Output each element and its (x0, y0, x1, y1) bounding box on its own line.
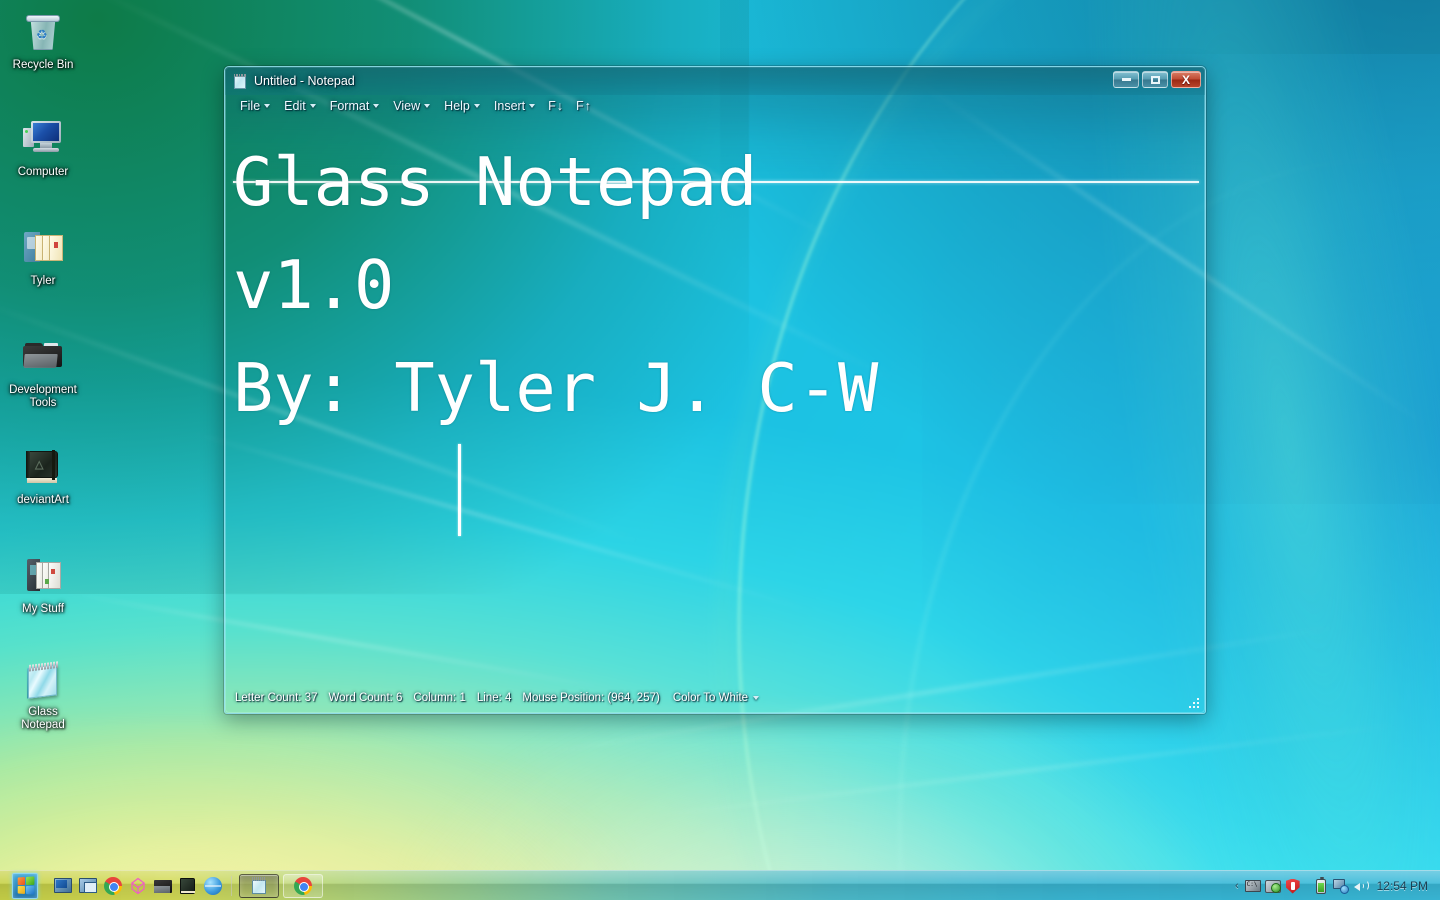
resize-grip-icon[interactable] (1189, 698, 1201, 710)
dark-folder-icon (19, 552, 67, 600)
text-editor-area[interactable]: Glass Notepad v1.0 By: Tyler J. C-W (225, 117, 1205, 679)
column-status: Column: 1 (413, 692, 466, 704)
menu-label: Edit (284, 99, 306, 113)
window-titlebar[interactable]: Untitled - Notepad X (225, 67, 1205, 95)
chevron-down-icon (473, 104, 480, 108)
word-count-status: Word Count: 6 (328, 692, 403, 704)
color-to-white-dropdown[interactable]: Color To White (672, 692, 760, 704)
desktop-icon-glass-notepad[interactable]: Glass Notepad (0, 655, 86, 732)
menu-insert[interactable]: Insert (487, 98, 542, 114)
desktop-icon-tyler[interactable]: Tyler (0, 224, 86, 288)
chevron-down-icon (753, 696, 760, 700)
line-status: Line: 4 (476, 692, 512, 704)
font-size-increase-button[interactable]: F↑ (570, 98, 598, 114)
start-orb-button[interactable] (6, 871, 44, 900)
tray-expand-button[interactable]: ‹ (1231, 880, 1243, 892)
desktop-icon-label: My Stuff (22, 603, 64, 615)
desktop-icon-label: Tyler (30, 275, 56, 287)
menu-help[interactable]: Help (437, 98, 487, 114)
close-button[interactable]: X (1171, 71, 1201, 88)
switch-windows-icon[interactable] (77, 875, 99, 897)
sketchbook-icon[interactable] (177, 875, 199, 897)
text-caret (458, 444, 461, 536)
computer-icon (19, 115, 67, 163)
black-folder-icon (19, 333, 67, 381)
network-tray-icon[interactable] (1332, 877, 1350, 895)
system-tray: ‹ 12:54 PM (1231, 871, 1440, 900)
desktop-icon-my-stuff[interactable]: My Stuff (0, 552, 86, 616)
chevron-down-icon (309, 104, 316, 108)
desktop-icon-label: Computer (17, 166, 69, 178)
start-orb-inner (12, 872, 38, 899)
menu-label: Insert (493, 99, 526, 113)
notepad-icon (234, 73, 247, 89)
recycle-bin-icon: ♻ (19, 8, 67, 56)
editor-content: Glass Notepad v1.0 By: Tyler J. C-W (233, 143, 879, 427)
window-menubar: File Edit Format View Help Insert F↓ F↑ (225, 95, 1205, 117)
taskbar-divider (231, 875, 232, 896)
chevron-down-icon (424, 104, 431, 108)
notepad-icon (251, 877, 267, 894)
minimize-button[interactable] (1113, 71, 1139, 88)
user-folder-icon (19, 224, 67, 272)
taskbar: ‹ 12:54 PM (0, 870, 1440, 900)
window-controls: X (1113, 71, 1201, 88)
menu-file[interactable]: File (233, 98, 277, 114)
desktop-icon-development-tools[interactable]: Development Tools (0, 333, 86, 410)
desktop-icon-label-line2: Notepad (21, 719, 65, 731)
console-tray-icon[interactable] (1244, 877, 1262, 895)
taskbar-button-notepad[interactable] (239, 873, 279, 898)
desktop-icon-label: Development (9, 384, 77, 396)
maximize-button[interactable] (1142, 71, 1168, 88)
globe-icon[interactable] (202, 875, 224, 897)
desktop-icon-label-line2: Tools (29, 397, 57, 409)
window-statusbar: Letter Count: 37 Word Count: 6 Column: 1… (225, 683, 1205, 713)
chevron-down-icon (373, 104, 380, 108)
disk-tray-icon[interactable] (1264, 877, 1282, 895)
black-folder-icon[interactable] (152, 875, 174, 897)
maximize-icon (1150, 75, 1160, 84)
quick-launch-bar (52, 875, 224, 897)
chrome-icon[interactable] (102, 875, 124, 897)
notepad-icon (19, 655, 67, 703)
taskbar-window-buttons (239, 873, 323, 898)
color-dropdown-label: Color To White (672, 692, 749, 704)
menu-label: Help (444, 99, 470, 113)
menu-view[interactable]: View (386, 98, 437, 114)
windows-logo-icon (17, 876, 34, 895)
show-desktop-icon[interactable] (52, 875, 74, 897)
desktop-icon-label: Glass (28, 706, 58, 718)
chevron-down-icon (264, 104, 271, 108)
sketchbook-icon: △ (19, 443, 67, 491)
mouse-position-status: Mouse Position: (964, 257) (522, 692, 660, 704)
desktop-icon-recycle-bin[interactable]: ♻ Recycle Bin (0, 8, 86, 72)
volume-tray-icon[interactable] (1352, 877, 1370, 895)
menu-label: File (240, 99, 261, 113)
window-title: Untitled - Notepad (254, 74, 355, 88)
font-size-decrease-button[interactable]: F↓ (542, 98, 570, 114)
desktop-icon-computer[interactable]: Computer (0, 115, 86, 179)
menu-format[interactable]: Format (323, 98, 387, 114)
chrome-icon (294, 876, 312, 895)
battery-tray-icon[interactable] (1312, 876, 1330, 895)
menu-edit[interactable]: Edit (277, 98, 323, 114)
menu-label: View (393, 99, 421, 113)
chevron-down-icon (529, 104, 536, 108)
menu-label: Format (329, 99, 370, 113)
desktop-icon-label: Recycle Bin (12, 59, 74, 71)
letter-count-status: Letter Count: 37 (235, 692, 318, 704)
taskbar-button-chrome[interactable] (283, 873, 323, 898)
desktop-icon-deviantart[interactable]: △ deviantArt (0, 443, 86, 507)
close-icon: X (1181, 72, 1190, 87)
tray-clock[interactable]: 12:54 PM (1371, 879, 1436, 893)
desktop-icon-label: deviantArt (17, 494, 69, 506)
security-shield-tray-icon[interactable] (1284, 877, 1302, 895)
notepad-window[interactable]: Untitled - Notepad X File Edit Format Vi… (224, 66, 1206, 714)
blender-icon[interactable] (127, 875, 149, 897)
minimize-icon (1121, 78, 1131, 81)
